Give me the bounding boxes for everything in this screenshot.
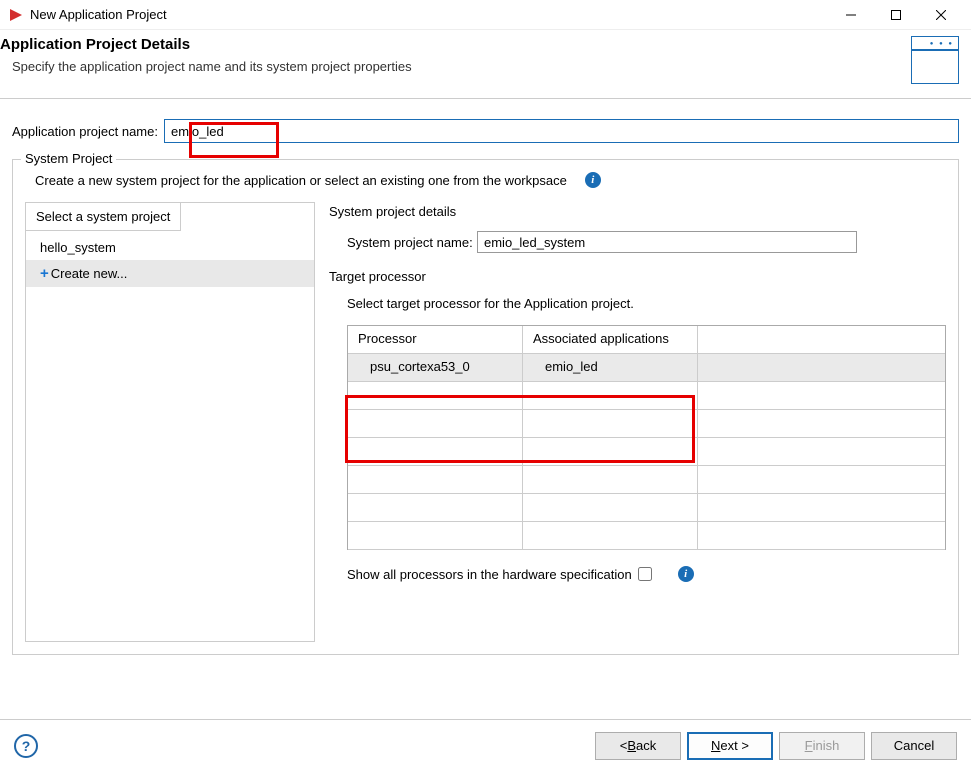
- cancel-button[interactable]: Cancel: [871, 732, 957, 760]
- app-icon: [8, 7, 24, 23]
- plus-icon: +: [40, 265, 49, 282]
- info-icon[interactable]: i: [585, 172, 601, 188]
- sys-name-label: System project name:: [347, 235, 477, 250]
- page-subtitle: Specify the application project name and…: [0, 59, 911, 74]
- help-button[interactable]: ?: [14, 734, 38, 758]
- processor-table[interactable]: Processor Associated applications psu_co…: [347, 325, 946, 550]
- project-name-input[interactable]: [164, 119, 959, 143]
- show-all-label: Show all processors in the hardware spec…: [347, 567, 632, 582]
- page-title: Application Project Details: [0, 36, 911, 53]
- close-button[interactable]: [918, 1, 963, 29]
- sys-name-input[interactable]: [477, 231, 857, 253]
- window-title: New Application Project: [30, 7, 828, 22]
- wizard-header: Application Project Details Specify the …: [0, 30, 971, 99]
- next-button[interactable]: Next >: [687, 732, 773, 760]
- info-icon[interactable]: i: [678, 566, 694, 582]
- details-header: System project details: [329, 204, 946, 219]
- maximize-button[interactable]: [873, 1, 918, 29]
- project-name-row: Application project name:: [12, 119, 959, 143]
- list-item-hello-system[interactable]: hello_system: [26, 235, 314, 260]
- back-button[interactable]: < Back: [595, 732, 681, 760]
- cell-app: emio_led: [523, 354, 698, 382]
- target-processor-desc: Select target processor for the Applicat…: [347, 296, 946, 311]
- table-row[interactable]: psu_cortexa53_0 emio_led: [348, 354, 945, 382]
- list-header: Select a system project: [26, 203, 181, 231]
- system-project-group: System Project Create a new system proje…: [12, 159, 959, 655]
- wizard-icon: ● ● ●: [911, 36, 959, 84]
- col-empty: [698, 326, 945, 354]
- system-project-details: System project details System project na…: [329, 202, 946, 642]
- list-item-create-new[interactable]: +Create new...: [26, 260, 314, 287]
- cell-processor: psu_cortexa53_0: [348, 354, 523, 382]
- group-description: Create a new system project for the appl…: [35, 173, 567, 188]
- col-processor: Processor: [348, 326, 523, 354]
- project-name-label: Application project name:: [12, 124, 158, 139]
- system-project-list: Select a system project hello_system +Cr…: [25, 202, 315, 642]
- col-apps: Associated applications: [523, 326, 698, 354]
- create-new-label: Create new...: [51, 266, 128, 281]
- finish-button: Finish: [779, 732, 865, 760]
- group-title: System Project: [21, 151, 116, 166]
- wizard-footer: ? < Back Next > Finish Cancel: [0, 719, 971, 771]
- minimize-button[interactable]: [828, 1, 873, 29]
- target-processor-header: Target processor: [329, 269, 946, 284]
- title-bar: New Application Project: [0, 0, 971, 30]
- show-all-checkbox[interactable]: [638, 567, 652, 581]
